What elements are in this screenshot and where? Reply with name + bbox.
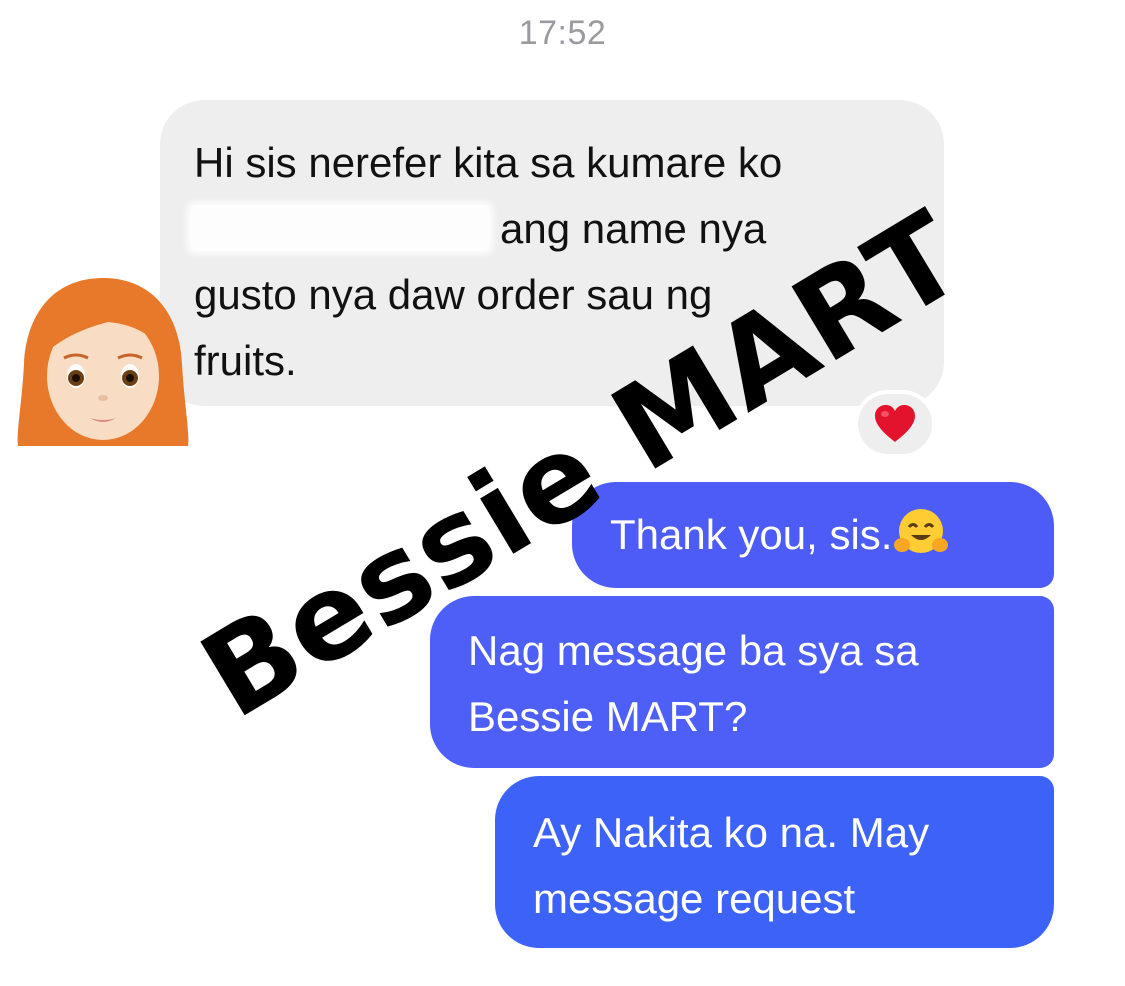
message-line: Hi sis nerefer kita sa kumare ko xyxy=(194,139,783,186)
hugging-face-emoji-icon xyxy=(894,505,949,559)
message-line: message request xyxy=(533,875,856,922)
message-line: Nag message ba sya sa xyxy=(468,627,919,674)
message-line-text: ang name nya xyxy=(500,205,767,252)
red-heart-icon xyxy=(875,405,915,442)
message-line: Thank you, sis. xyxy=(610,511,893,558)
message-timestamp: 17:52 xyxy=(518,14,607,52)
outgoing-message-bubble[interactable]: Nag message ba sya sa Bessie MART? xyxy=(430,596,1054,768)
message-line: Bessie MART? xyxy=(468,693,748,740)
woman-red-hair-emoji-icon[interactable] xyxy=(12,272,194,452)
heart-reaction[interactable] xyxy=(854,390,936,458)
message-line: Ay Nakita ko na. May xyxy=(533,809,930,856)
redacted-name xyxy=(190,205,490,251)
outgoing-message-bubble[interactable]: Ay Nakita ko na. May message request xyxy=(495,776,1054,948)
